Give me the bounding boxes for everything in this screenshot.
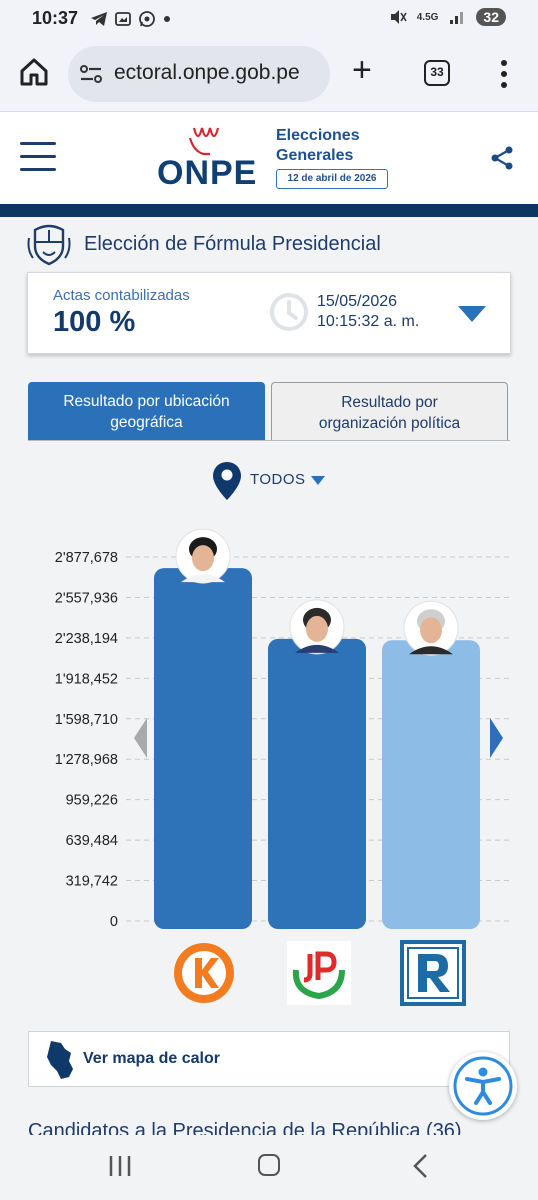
heat-map-link[interactable]: Ver mapa de calor bbox=[28, 1031, 510, 1087]
tab-party-line2: organización política bbox=[318, 415, 461, 432]
browser-toolbar: ectoral.onpe.gob.pe + 33 bbox=[0, 38, 538, 112]
chart-next-arrow[interactable] bbox=[490, 718, 503, 758]
mute-icon bbox=[390, 10, 407, 24]
bar bbox=[154, 568, 252, 929]
y-tick-label: 2'557,936 bbox=[55, 590, 118, 606]
chevron-down-icon[interactable] bbox=[311, 476, 325, 485]
chart-prev-arrow[interactable] bbox=[134, 718, 147, 758]
hamburger-menu-icon[interactable] bbox=[20, 142, 56, 172]
elections-title-line2: Generales bbox=[276, 147, 354, 164]
tab-geographic-line1: Resultado por ubicación bbox=[63, 393, 230, 410]
actas-label: Actas contabilizadas bbox=[53, 287, 190, 304]
candidate-face bbox=[420, 617, 442, 644]
candidate-face bbox=[306, 615, 328, 642]
results-bar-chart: 2'877,678 2'557,936 2'238,194 1'918,452 1'59… bbox=[55, 528, 512, 930]
y-tick-label: 0 bbox=[110, 914, 118, 930]
y-tick-label: 639,484 bbox=[66, 833, 118, 849]
status-bar: 10:37 4.5G 32 bbox=[0, 0, 538, 38]
elections-title-line1: Elecciones bbox=[276, 127, 360, 144]
home-button-icon[interactable] bbox=[258, 1154, 280, 1176]
election-date-badge: 12 de abril de 2026 bbox=[276, 169, 388, 189]
tab-geographic-results[interactable]: Resultado por ubicación geográfica bbox=[28, 382, 265, 441]
peru-map-icon bbox=[47, 1041, 73, 1079]
y-tick-label: 1'918,452 bbox=[55, 671, 118, 687]
fuerza-popular-logo[interactable] bbox=[171, 940, 237, 1006]
site-settings-icon[interactable] bbox=[80, 64, 102, 84]
clock-time: 10:37 bbox=[32, 8, 79, 28]
chevron-down-icon[interactable] bbox=[458, 306, 486, 322]
back-arrow-icon[interactable] bbox=[410, 1153, 432, 1179]
y-tick-label: 959,226 bbox=[66, 793, 118, 809]
y-tick-label: 1'598,710 bbox=[55, 712, 118, 728]
juntos-por-el-peru-logo[interactable] bbox=[286, 940, 352, 1006]
y-tick-label: 319,742 bbox=[66, 874, 118, 890]
url-text[interactable]: ectoral.onpe.gob.pe bbox=[114, 61, 324, 85]
address-bar[interactable]: ectoral.onpe.gob.pe bbox=[68, 46, 330, 102]
y-tick-label: 1'278,968 bbox=[55, 752, 118, 768]
actas-percentage: 100 % bbox=[53, 306, 136, 338]
tab-party-line1: Resultado por bbox=[341, 394, 438, 411]
notification-icons bbox=[90, 10, 171, 28]
dot-icon bbox=[164, 16, 170, 22]
tabs-underline bbox=[28, 440, 510, 441]
share-icon[interactable] bbox=[488, 144, 516, 172]
overflow-menu-icon[interactable] bbox=[494, 58, 514, 90]
system-nav-bar bbox=[0, 1135, 538, 1200]
new-tab-icon[interactable]: + bbox=[352, 53, 372, 87]
header-divider bbox=[0, 204, 538, 217]
update-time: 10:15:32 a. m. bbox=[317, 313, 420, 330]
bar bbox=[382, 640, 480, 929]
home-icon[interactable] bbox=[18, 56, 50, 88]
tab-geographic-line2: geográfica bbox=[110, 414, 183, 431]
update-date: 15/05/2026 bbox=[317, 293, 398, 310]
elections-title: Elecciones Generales bbox=[276, 126, 360, 166]
peru-coat-of-arms-icon bbox=[27, 224, 71, 266]
location-pin-icon[interactable] bbox=[211, 460, 243, 502]
actas-summary-card[interactable]: Actas contabilizadas 100 % 15/05/2026 10… bbox=[27, 272, 511, 354]
site-header: ONPE Elecciones Generales 12 de abril de… bbox=[0, 112, 538, 204]
location-filter-label[interactable]: TODOS bbox=[250, 471, 306, 488]
y-tick-label: 2'877,678 bbox=[55, 550, 118, 566]
tab-switcher-button[interactable]: 33 bbox=[424, 60, 450, 86]
system-status: 4.5G 32 bbox=[389, 8, 506, 26]
whatsapp-icon bbox=[139, 11, 155, 27]
heat-map-label: Ver mapa de calor bbox=[83, 1050, 220, 1067]
signal-icon bbox=[450, 12, 464, 24]
election-title: Elección de Fórmula Presidencial bbox=[84, 233, 381, 255]
candidate-face bbox=[192, 545, 214, 572]
tab-party-results[interactable]: Resultado por organización política bbox=[271, 382, 508, 441]
battery-indicator: 32 bbox=[476, 8, 506, 26]
gallery-icon bbox=[115, 12, 131, 26]
y-tick-label: 2'238,194 bbox=[55, 631, 118, 647]
network-type: 4.5G bbox=[416, 11, 439, 23]
history-clock-icon bbox=[270, 293, 308, 331]
bar bbox=[268, 638, 366, 929]
accessibility-icon[interactable] bbox=[449, 1052, 517, 1120]
onpe-logo[interactable]: ONPE bbox=[157, 154, 257, 193]
telegram-icon bbox=[91, 12, 107, 26]
renovacion-popular-logo[interactable] bbox=[400, 940, 466, 1006]
onpe-logo-mark bbox=[188, 127, 220, 156]
recent-apps-icon[interactable] bbox=[108, 1155, 132, 1177]
